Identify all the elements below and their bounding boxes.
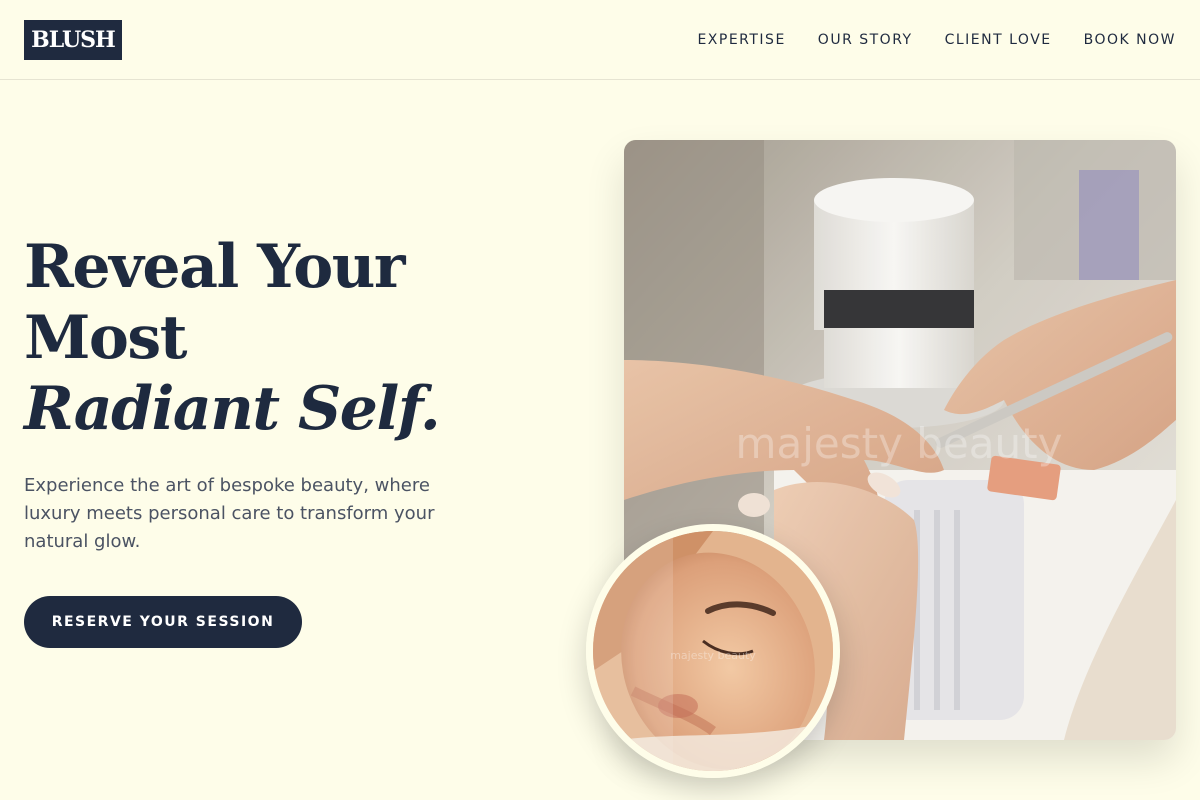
- logo-text: BLUSH: [31, 27, 116, 53]
- headline-line-2: Most: [24, 303, 187, 373]
- reserve-session-button[interactable]: RESERVE YOUR SESSION: [24, 596, 302, 648]
- headline-line-3: Radiant Self.: [24, 374, 441, 444]
- facial-treatment-photo: majesty beauty: [586, 524, 840, 778]
- main-watermark: majesty beauty: [736, 419, 1063, 468]
- nav-link-our-story[interactable]: OUR STORY: [818, 30, 913, 50]
- nav-link-expertise[interactable]: EXPERTISE: [697, 30, 785, 50]
- headline-line-1: Reveal Your: [24, 232, 406, 302]
- nav-link-client-love[interactable]: CLIENT LOVE: [945, 30, 1052, 50]
- site-header: BLUSH EXPERTISE OUR STORY CLIENT LOVE BO…: [0, 0, 1200, 80]
- hero-headline: Reveal Your Most Radiant Self.: [24, 232, 544, 445]
- circle-watermark: majesty beauty: [670, 649, 756, 662]
- nav-link-book-now[interactable]: BOOK NOW: [1084, 30, 1176, 50]
- brand-logo[interactable]: BLUSH: [24, 20, 122, 60]
- hero-subtext: Experience the art of bespoke beauty, wh…: [24, 475, 435, 552]
- main-nav: EXPERTISE OUR STORY CLIENT LOVE BOOK NOW: [697, 30, 1176, 50]
